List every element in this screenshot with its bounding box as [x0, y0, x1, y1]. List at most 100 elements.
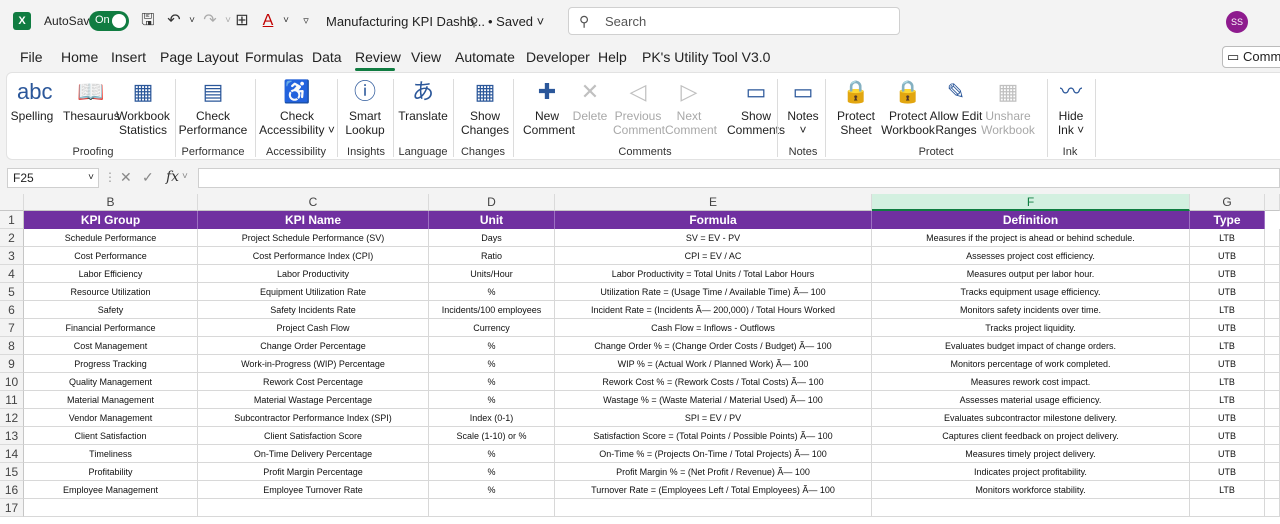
table-cell[interactable]: Cash Flow = Inflows - Outflows	[555, 319, 872, 337]
table-cell[interactable]: %	[429, 445, 555, 463]
table-cell[interactable]: Turnover Rate = (Employees Left / Total …	[555, 481, 872, 499]
table-cell[interactable]: %	[429, 463, 555, 481]
ribbon-button-check-accessibility[interactable]: ♿ Check Accessibility ˅	[257, 77, 337, 137]
customize-qat-icon[interactable]: ▿	[296, 11, 316, 31]
name-box-dropdown-icon[interactable]: ˅	[88, 169, 94, 187]
redo-icon[interactable]: ↷	[200, 11, 220, 31]
ribbon-button-next-comment[interactable]: ▷ Next Comment	[665, 77, 717, 137]
ribbon-button-show-changes[interactable]: ▦ Show Changes	[459, 77, 511, 137]
row-header[interactable]: 14	[0, 445, 24, 463]
table-cell[interactable]: Scale (1-10) or %	[429, 427, 555, 445]
ribbon-button-translate[interactable]: あ Translate	[395, 77, 451, 123]
ribbon-button-protect-sheet[interactable]: 🔒 Protect Sheet	[833, 77, 879, 137]
table-cell[interactable]: %	[429, 355, 555, 373]
empty-cell[interactable]	[1265, 445, 1280, 463]
column-header-b[interactable]: B	[24, 194, 198, 211]
table-cell[interactable]: Quality Management	[24, 373, 198, 391]
ribbon-button-workbook-statistics[interactable]: ▦ Workbook Statistics	[115, 77, 171, 137]
table-cell[interactable]: Currency	[429, 319, 555, 337]
column-header-f[interactable]: F	[872, 194, 1190, 211]
table-cell[interactable]: Cost Performance Index (CPI)	[198, 247, 429, 265]
table-cell[interactable]: Cost Performance	[24, 247, 198, 265]
column-header-blank[interactable]	[1265, 194, 1280, 211]
table-cell[interactable]: UTB	[1190, 265, 1265, 283]
table-cell[interactable]: LTB	[1190, 301, 1265, 319]
table-cell[interactable]: Measures if the project is ahead or behi…	[872, 229, 1190, 247]
tab-view[interactable]: View	[411, 49, 441, 65]
header-cell[interactable]: KPI Group	[24, 211, 198, 229]
table-cell[interactable]: Assesses project cost efficiency.	[872, 247, 1190, 265]
table-cell[interactable]: Measures output per labor hour.	[872, 265, 1190, 283]
row-header[interactable]: 9	[0, 355, 24, 373]
table-cell[interactable]: Safety Incidents Rate	[198, 301, 429, 319]
ribbon-button-thesaurus[interactable]: 📖 Thesaurus	[63, 77, 120, 123]
table-cell[interactable]: LTB	[1190, 229, 1265, 247]
empty-cell[interactable]	[1265, 409, 1280, 427]
header-cell[interactable]: Unit	[429, 211, 555, 229]
table-cell[interactable]: Ratio	[429, 247, 555, 265]
header-cell[interactable]: KPI Name	[198, 211, 429, 229]
empty-cell[interactable]	[1265, 247, 1280, 265]
row-header[interactable]: 4	[0, 265, 24, 283]
empty-cell[interactable]	[1265, 301, 1280, 319]
tab-insert[interactable]: Insert	[111, 49, 146, 65]
table-cell[interactable]: UTB	[1190, 463, 1265, 481]
table-cell[interactable]: UTB	[1190, 409, 1265, 427]
tab-pk-s-utility-tool-v3-0[interactable]: PK's Utility Tool V3.0	[642, 49, 770, 65]
ribbon-button-notes[interactable]: ▭ Notes ˅	[783, 77, 823, 137]
select-all-corner[interactable]	[0, 194, 24, 211]
table-cell[interactable]: Change Order Percentage	[198, 337, 429, 355]
table-cell[interactable]: LTB	[1190, 391, 1265, 409]
table-cell[interactable]: On-Time % = (Projects On-Time / Total Pr…	[555, 445, 872, 463]
empty-cell[interactable]	[1265, 463, 1280, 481]
ribbon-button-spelling[interactable]: abc Spelling	[9, 77, 55, 123]
table-cell[interactable]: Evaluates subcontractor milestone delive…	[872, 409, 1190, 427]
autosave-toggle[interactable]: On	[89, 11, 129, 31]
table-cell[interactable]: Tracks project liquidity.	[872, 319, 1190, 337]
table-cell[interactable]: Index (0-1)	[429, 409, 555, 427]
comments-button[interactable]: ▭ Comme	[1222, 46, 1280, 68]
tab-home[interactable]: Home	[61, 49, 98, 65]
column-header-g[interactable]: G	[1190, 194, 1265, 211]
tab-data[interactable]: Data	[312, 49, 342, 65]
empty-cell[interactable]	[1265, 499, 1280, 517]
table-cell[interactable]: Change Order % = (Change Order Costs / B…	[555, 337, 872, 355]
table-cell[interactable]: SPI = EV / PV	[555, 409, 872, 427]
name-box[interactable]: F25 ˅	[7, 168, 99, 188]
table-cell[interactable]: UTB	[1190, 319, 1265, 337]
empty-cell[interactable]	[429, 499, 555, 517]
table-cell[interactable]: UTB	[1190, 355, 1265, 373]
row-header[interactable]: 8	[0, 337, 24, 355]
table-cell[interactable]: Evaluates budget impact of change orders…	[872, 337, 1190, 355]
ribbon-button-smart-lookup[interactable]: ⓘ Smart Lookup	[341, 77, 389, 137]
row-header[interactable]: 7	[0, 319, 24, 337]
row-header[interactable]: 6	[0, 301, 24, 319]
column-header-c[interactable]: C	[198, 194, 429, 211]
tab-formulas[interactable]: Formulas	[245, 49, 303, 65]
table-cell[interactable]: Resource Utilization	[24, 283, 198, 301]
table-cell[interactable]: WIP % = (Actual Work / Planned Work) Ã— …	[555, 355, 872, 373]
tab-help[interactable]: Help	[598, 49, 627, 65]
empty-cell[interactable]	[1265, 319, 1280, 337]
table-cell[interactable]: Profit Margin % = (Net Profit / Revenue)…	[555, 463, 872, 481]
ribbon-button-check-performance[interactable]: ▤ Check Performance	[175, 77, 251, 137]
table-cell[interactable]: Progress Tracking	[24, 355, 198, 373]
empty-cell[interactable]	[1265, 373, 1280, 391]
ribbon-button-previous-comment[interactable]: ◁ Previous Comment	[613, 77, 665, 137]
table-cell[interactable]: Labor Productivity	[198, 265, 429, 283]
fx-dropdown-icon[interactable]: ˅	[182, 171, 188, 182]
row-header[interactable]: 11	[0, 391, 24, 409]
table-cell[interactable]: Indicates project profitability.	[872, 463, 1190, 481]
table-cell[interactable]: Project Schedule Performance (SV)	[198, 229, 429, 247]
table-cell[interactable]: Financial Performance	[24, 319, 198, 337]
row-header[interactable]: 15	[0, 463, 24, 481]
empty-cell[interactable]	[1265, 355, 1280, 373]
column-header-d[interactable]: D	[429, 194, 555, 211]
table-cell[interactable]: Assesses material usage efficiency.	[872, 391, 1190, 409]
font-color-dropdown-icon[interactable]: ˅	[276, 11, 296, 31]
row-header[interactable]: 12	[0, 409, 24, 427]
table-cell[interactable]: Captures client feedback on project deli…	[872, 427, 1190, 445]
save-icon[interactable]: 🖫	[138, 11, 158, 31]
empty-cell[interactable]	[1265, 229, 1280, 247]
table-cell[interactable]: Labor Efficiency	[24, 265, 198, 283]
